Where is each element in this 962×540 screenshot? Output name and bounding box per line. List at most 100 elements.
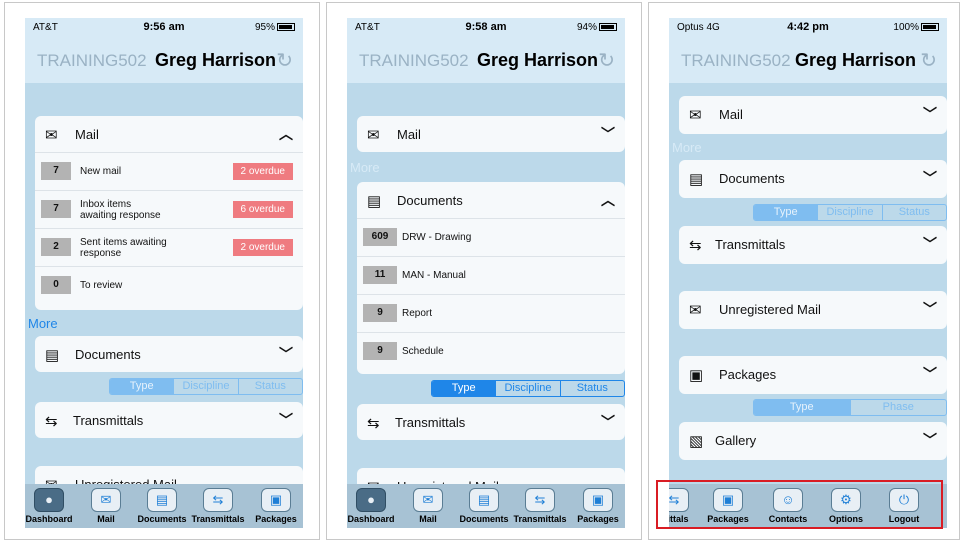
unregistered-mail-card[interactable]: ✉ Unregistered Mail ﹀	[679, 291, 947, 329]
document-icon: ▤	[469, 488, 499, 512]
more-link[interactable]: More	[28, 316, 58, 331]
tab-transmittals[interactable]: ⇆ Transmittals	[191, 488, 245, 524]
segment-type[interactable]: Type	[432, 381, 496, 396]
phone-screen: Optus 4G 4:42 pm 100% TRAINING502 Greg H…	[669, 18, 947, 528]
chevron-down-icon[interactable]: ﹀	[923, 234, 937, 254]
chevron-down-icon[interactable]: ﹀	[601, 412, 615, 432]
mail-card[interactable]: ✉ Mail ﹀	[679, 96, 947, 134]
tab-label: Packages	[255, 514, 297, 524]
chevron-down-icon[interactable]: ﹀	[279, 410, 293, 430]
segment-discipline[interactable]: Discipline	[817, 205, 881, 220]
mail-card-header[interactable]: ✉ Mail ﹀	[679, 96, 947, 132]
transmittals-card[interactable]: ⇆ Transmittals ﹀	[679, 226, 947, 264]
document-row-report[interactable]: 9 Report	[357, 294, 625, 332]
overdue-badge: 2 overdue	[232, 239, 293, 256]
chevron-down-icon[interactable]: ﹀	[923, 104, 937, 124]
documents-card: ▤ Documents ︿ 609 DRW - Drawing 11 MAN -…	[357, 182, 625, 374]
mail-card-header[interactable]: ✉ Mail ︿	[35, 116, 303, 152]
documents-card-header[interactable]: ▤ Documents ﹀	[679, 160, 947, 196]
envelope-icon: ✉	[45, 127, 58, 144]
documents-card[interactable]: ▤ Documents ﹀	[35, 336, 303, 372]
chevron-down-icon[interactable]: ﹀	[601, 124, 615, 144]
segment-status[interactable]: Status	[237, 379, 302, 394]
documents-card[interactable]: ▤ Documents ﹀	[679, 160, 947, 198]
image-icon: ▧	[689, 433, 704, 450]
project-code: TRAINING502	[359, 51, 469, 70]
document-row-manual[interactable]: 11 MAN - Manual	[357, 256, 625, 294]
chevron-down-icon[interactable]: ﹀	[923, 299, 937, 319]
tab-label: Documents	[459, 514, 509, 524]
envelope-icon: ✉	[689, 302, 702, 319]
document-row-schedule[interactable]: 9 Schedule	[357, 332, 625, 370]
documents-card-header[interactable]: ▤ Documents ﹀	[35, 336, 303, 372]
battery-percent: 95%	[254, 22, 275, 33]
tab-label: Transmittals	[191, 514, 245, 524]
tab-mail[interactable]: ✉ Mail	[79, 488, 133, 524]
transmittals-card[interactable]: ⇆ Transmittals ﹀	[357, 404, 625, 440]
row-label: Inbox items awaiting response	[80, 199, 161, 221]
tab-transmittals[interactable]: ⇆ Transmittals	[513, 488, 567, 524]
segment-discipline[interactable]: Discipline	[173, 379, 237, 394]
tab-documents[interactable]: ▤ Documents	[457, 488, 511, 524]
mail-title: Mail	[719, 107, 743, 122]
document-row-drawing[interactable]: 609 DRW - Drawing	[357, 218, 625, 256]
tab-documents[interactable]: ▤ Documents	[135, 488, 189, 524]
segment-status[interactable]: Status	[881, 205, 946, 220]
mail-card-header[interactable]: ✉ Mail ﹀	[357, 116, 625, 152]
battery-percent: 94%	[576, 22, 597, 33]
gallery-card[interactable]: ▧ Gallery ﹀	[679, 422, 947, 460]
document-icon: ▤	[45, 347, 60, 364]
segment-type[interactable]: Type	[754, 400, 850, 415]
transmittals-card-header[interactable]: ⇆ Transmittals ﹀	[35, 402, 303, 438]
tab-mail[interactable]: ✉ Mail	[401, 488, 455, 524]
mail-title: Mail	[397, 127, 421, 142]
tab-packages[interactable]: ▣ Packages	[571, 488, 625, 524]
refresh-icon[interactable]: ↻	[598, 48, 615, 73]
chevron-up-icon[interactable]: ︿	[601, 190, 615, 210]
refresh-icon[interactable]: ↻	[920, 48, 937, 73]
gallery-card-header[interactable]: ▧ Gallery ﹀	[679, 422, 947, 458]
battery-indicator: 95%	[255, 22, 295, 33]
mail-row-inbox[interactable]: 7 Inbox items awaiting response 6 overdu…	[35, 190, 303, 228]
segment-phase[interactable]: Phase	[849, 400, 947, 415]
unregistered-card-header[interactable]: ✉ Unregistered Mail ﹀	[679, 291, 947, 327]
envelope-icon: ✉	[91, 488, 121, 512]
app-header: TRAINING502 Greg Harrison ↻	[25, 38, 303, 83]
packages-card-header[interactable]: ▣ Packages ﹀	[679, 356, 947, 392]
globe-icon: ●	[34, 488, 64, 512]
refresh-icon[interactable]: ↻	[276, 48, 293, 73]
documents-card-header[interactable]: ▤ Documents ︿	[357, 182, 625, 218]
documents-filter-segment: Type Discipline Status	[431, 380, 625, 397]
document-icon: ▤	[367, 193, 382, 210]
segment-status[interactable]: Status	[559, 381, 624, 396]
mail-card: ✉ Mail ︿ 7 New mail 2 overdue 7 Inbox it…	[35, 116, 303, 310]
transmittals-card-header[interactable]: ⇆ Transmittals ﹀	[357, 404, 625, 440]
mail-row-review[interactable]: 0 To review	[35, 266, 303, 304]
packages-card[interactable]: ▣ Packages ﹀	[679, 356, 947, 394]
battery-icon	[277, 23, 295, 32]
segment-type[interactable]: Type	[110, 379, 174, 394]
gallery-title: Gallery	[715, 433, 757, 448]
mail-row-sent[interactable]: 2 Sent items awaiting response 2 overdue	[35, 228, 303, 266]
chevron-down-icon[interactable]: ﹀	[279, 344, 293, 364]
gift-icon: ▣	[583, 488, 613, 512]
more-label: More	[350, 160, 380, 175]
mail-row-new[interactable]: 7 New mail 2 overdue	[35, 152, 303, 190]
transmittals-card-header[interactable]: ⇆ Transmittals ﹀	[679, 226, 947, 262]
tab-label: Documents	[137, 514, 187, 524]
tab-packages[interactable]: ▣ Packages	[249, 488, 303, 524]
chevron-down-icon[interactable]: ﹀	[923, 364, 937, 384]
exchange-icon: ⇆	[45, 413, 58, 430]
chevron-down-icon[interactable]: ﹀	[923, 168, 937, 188]
segment-type[interactable]: Type	[754, 205, 818, 220]
tab-label: Transmittals	[513, 514, 567, 524]
tab-dashboard[interactable]: ● Dashboard	[25, 488, 76, 524]
chevron-up-icon[interactable]: ︿	[279, 124, 293, 144]
segment-discipline[interactable]: Discipline	[495, 381, 559, 396]
mail-card[interactable]: ✉ Mail ﹀	[357, 116, 625, 152]
exchange-icon: ⇆	[367, 415, 380, 432]
chevron-down-icon[interactable]: ﹀	[923, 430, 937, 450]
screen-dashboard-documents-expanded: AT&T 9:58 am 94% TRAINING502 Greg Harris…	[326, 2, 642, 540]
tab-dashboard[interactable]: ● Dashboard	[347, 488, 398, 524]
transmittals-card[interactable]: ⇆ Transmittals ﹀	[35, 402, 303, 438]
